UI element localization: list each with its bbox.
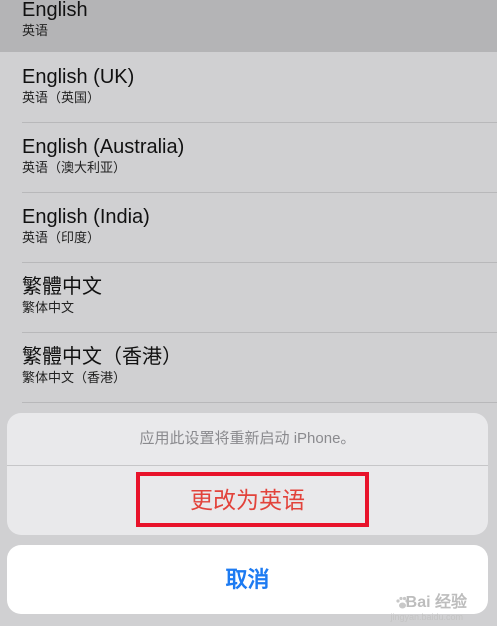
language-row-english-australia[interactable]: English (Australia) 英语（澳大利亚） (0, 123, 497, 193)
language-name: English (22, 0, 88, 21)
language-row-traditional-chinese-hk[interactable]: 繁體中文（香港） 繁体中文（香港） (0, 333, 497, 403)
language-name: 繁體中文 (22, 276, 102, 298)
action-sheet-message: 应用此设置将重新启动 iPhone。 (139, 430, 356, 447)
language-row-english-uk[interactable]: English (UK) 英语（英国） (0, 52, 497, 123)
language-native-name: 英语 (22, 23, 49, 38)
language-row-english[interactable]: English 英语 (0, 0, 497, 52)
watermark-logo: Bai 经验 (405, 594, 467, 611)
language-native-name: 英语（澳大利亚） (22, 160, 127, 175)
language-row-traditional-chinese[interactable]: 繁體中文 繁体中文 (0, 263, 497, 333)
language-name: English (Australia) (22, 136, 185, 158)
action-sheet: 应用此设置将重新启动 iPhone。 更改为英语 (7, 413, 488, 535)
language-native-name: 繁体中文（香港） (22, 370, 127, 385)
watermark-url: jingyan.baidu.com (390, 612, 463, 622)
language-row-english-india[interactable]: English (India) 英语（印度） (0, 193, 497, 263)
change-to-english-button[interactable]: 更改为英语 (7, 466, 488, 535)
language-name: English (UK) (22, 66, 135, 88)
language-native-name: 英语（英国） (22, 90, 101, 105)
language-native-name: 英语（印度） (22, 230, 101, 245)
row-separator (22, 402, 497, 403)
language-name: English (India) (22, 206, 150, 228)
language-native-name: 繁体中文 (22, 300, 75, 315)
language-name: 繁體中文（香港） (22, 346, 182, 368)
